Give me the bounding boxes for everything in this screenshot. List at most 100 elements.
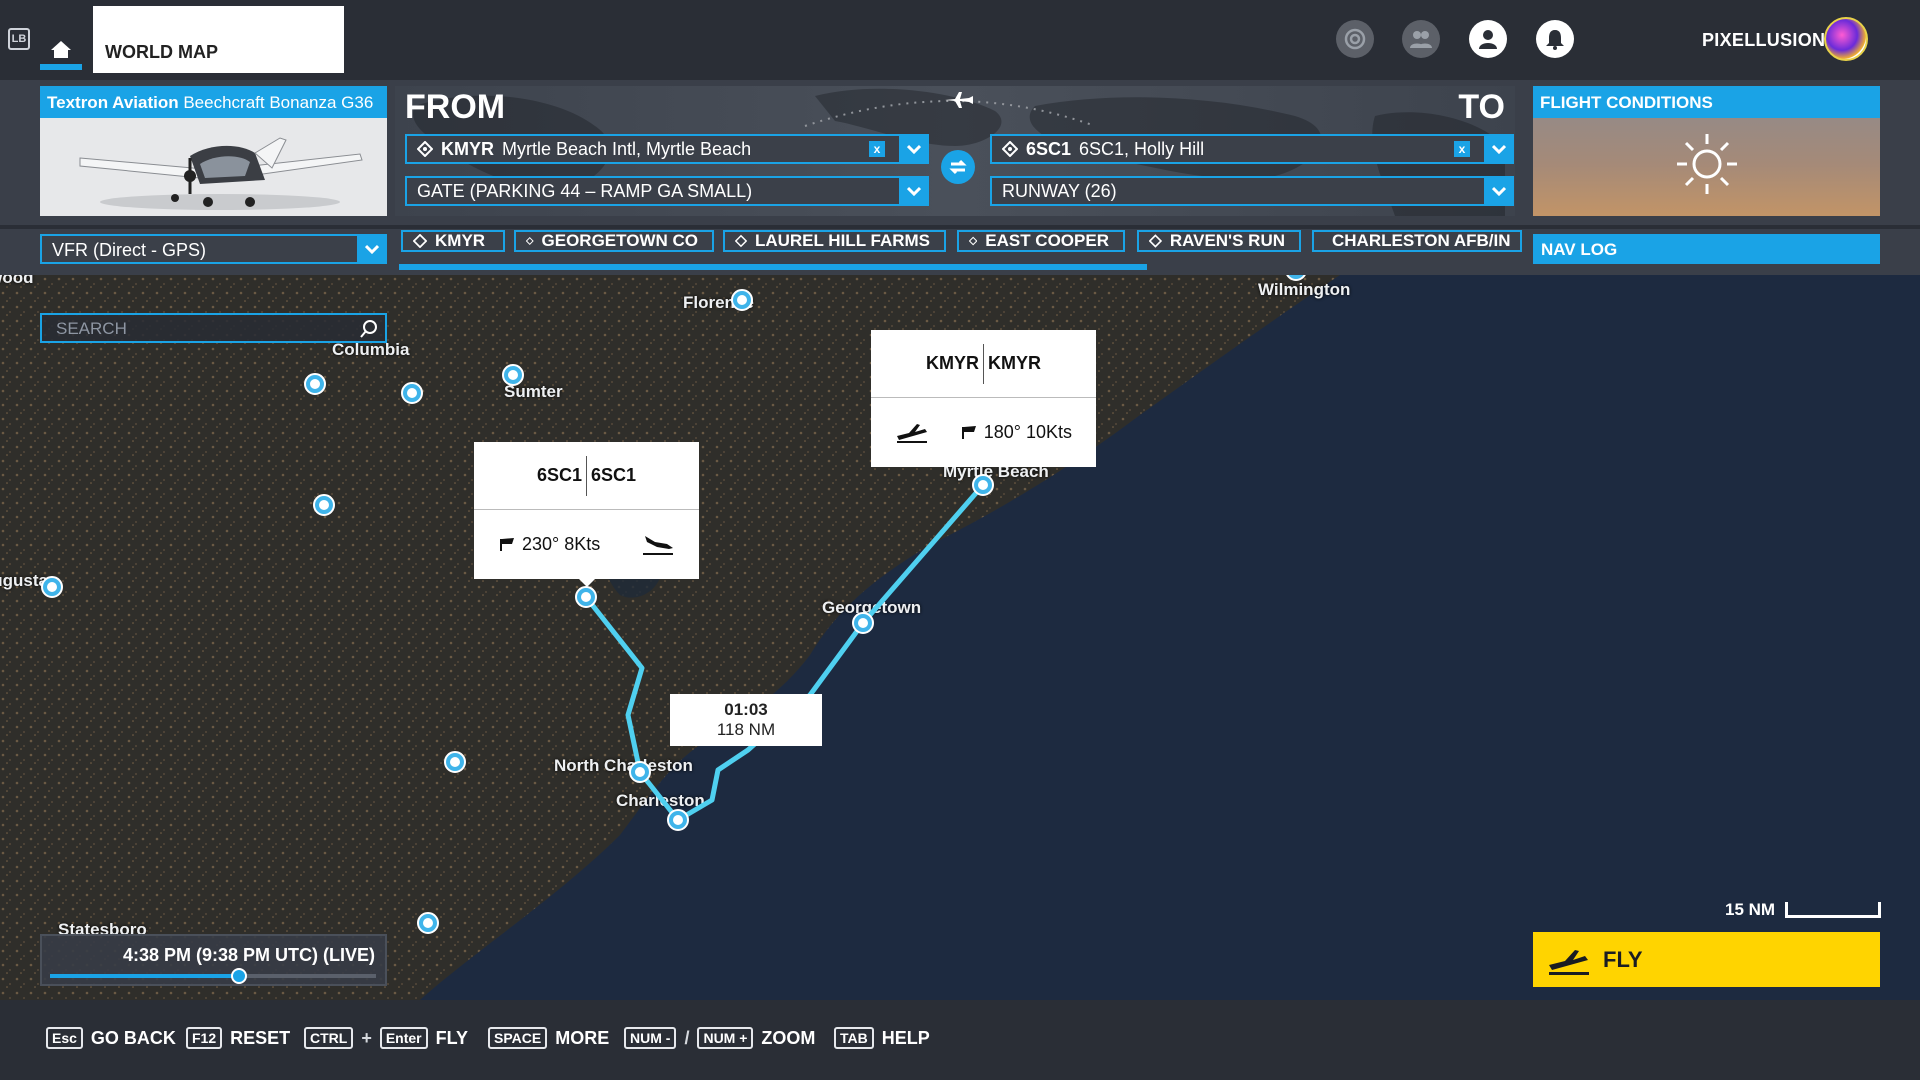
city-label: Charleston (616, 791, 705, 810)
arrival-position-field[interactable]: RUNWAY (26) (990, 176, 1514, 206)
flight-conditions-card[interactable]: FLIGHT CONDITIONS (1533, 86, 1880, 216)
waypoint-scrollbar[interactable] (399, 264, 1147, 270)
airport-marker[interactable] (731, 289, 753, 311)
time-slider-fill (50, 974, 240, 978)
key-cap: Enter (379, 1027, 428, 1049)
chevron-down-icon[interactable] (1484, 176, 1514, 206)
wind-value: 180° 10Kts (983, 421, 1072, 442)
waypoint-label: GEORGETOWN CO (541, 231, 698, 250)
flight-type-select[interactable]: VFR (Direct - GPS) (40, 234, 387, 264)
waypoint-chip[interactable]: KMYR (401, 230, 505, 252)
departure-name: Myrtle Beach Intl, Myrtle Beach (502, 138, 752, 159)
avatar[interactable] (1824, 17, 1868, 61)
departure-airport-field[interactable]: KMYR Myrtle Beach Intl, Myrtle Beach x (405, 134, 929, 164)
departure-position-field[interactable]: GATE (PARKING 44 – RAMP GA SMALL) (405, 176, 929, 206)
aircraft-selection-card[interactable]: Textron Aviation Beechcraft Bonanza G36 (40, 86, 387, 216)
map-search-input[interactable]: SEARCH (40, 313, 387, 343)
waypoint-chip[interactable]: EAST COOPER (957, 230, 1125, 252)
airport-marker[interactable] (417, 912, 439, 934)
wind-info: 180° 10Kts (960, 422, 1072, 443)
arrival-popup[interactable]: 6SC1 6SC1 230° 8Kts (474, 442, 699, 587)
airport-marker[interactable] (401, 382, 423, 404)
search-placeholder: SEARCH (56, 319, 127, 338)
airport-marker[interactable] (313, 494, 335, 516)
swap-airports-button[interactable] (941, 150, 975, 184)
chevron-down-icon[interactable] (899, 176, 929, 206)
arrival-airport-field[interactable]: 6SC1 6SC1, Holly Hill x (990, 134, 1514, 164)
waypoint-marker[interactable] (667, 809, 689, 831)
aircraft-maker: Textron Aviation (47, 93, 179, 112)
hint-label: GO BACK (90, 1027, 176, 1048)
hint-more[interactable]: SPACE MORE (488, 1027, 609, 1049)
hint-fly[interactable]: CTRL + Enter FLY (304, 1027, 468, 1049)
departure-airport-marker[interactable] (972, 474, 994, 496)
lb-button[interactable]: LB (8, 28, 30, 50)
airport-marker[interactable] (41, 576, 63, 598)
divider (586, 455, 587, 496)
profile-icon[interactable] (1469, 20, 1507, 58)
arrival-airport-marker[interactable] (575, 586, 597, 608)
route-time: 01:03 (724, 700, 768, 719)
airport-marker[interactable] (502, 364, 524, 386)
chevron-down-icon[interactable] (357, 234, 387, 264)
time-of-day-control[interactable]: 4:38 PM (9:38 PM UTC) (LIVE) (40, 934, 387, 986)
popup-body: 230° 8Kts (474, 510, 699, 578)
time-slider-handle[interactable] (231, 968, 248, 984)
waypoint-label: EAST COOPER (985, 231, 1109, 250)
key-cap: SPACE (488, 1027, 548, 1049)
waypoint-chip[interactable]: CHARLESTON AFB/IN (1312, 230, 1522, 252)
waypoint-label: RAVEN'S RUN (1169, 231, 1285, 250)
search-icon[interactable] (359, 319, 379, 339)
time-slider[interactable] (50, 968, 376, 984)
achievements-icon[interactable] (1336, 20, 1374, 58)
aircraft-model: Beechcraft Bonanza G36 (183, 93, 374, 112)
popup-icao: 6SC1 (536, 465, 582, 485)
chevron-down-icon[interactable] (1484, 134, 1514, 164)
hint-zoom[interactable]: NUM - / NUM + ZOOM (624, 1027, 815, 1049)
waypoint-marker[interactable] (852, 612, 874, 634)
key-cap: NUM + (697, 1027, 754, 1049)
key-cap: F12 (186, 1027, 223, 1049)
city-label: Wilmington (1258, 280, 1351, 299)
home-icon (51, 41, 71, 58)
departure-position: GATE (PARKING 44 – RAMP GA SMALL) (417, 180, 753, 201)
airport-marker[interactable] (304, 373, 326, 395)
hint-go-back[interactable]: Esc GO BACK (46, 1027, 176, 1049)
fly-button[interactable]: FLY (1533, 932, 1880, 987)
swap-icon (949, 159, 967, 175)
departure-popup[interactable]: KMYR KMYR 180° 10Kts (871, 330, 1096, 467)
waypoint-icon (735, 234, 747, 248)
key-cap: Esc (46, 1027, 83, 1049)
wind-info: 230° 8Kts (498, 534, 600, 555)
waypoint-chip[interactable]: LAUREL HILL FARMS (723, 230, 946, 252)
clear-departure-button[interactable]: x (869, 141, 885, 157)
wind-value: 230° 8Kts (522, 533, 601, 554)
from-label: FROM (405, 88, 506, 126)
username[interactable]: PIXELLUSION (1702, 30, 1825, 51)
popup-header: 6SC1 6SC1 (474, 442, 699, 510)
waypoint-chip[interactable]: RAVEN'S RUN (1137, 230, 1301, 252)
city-label: North Charleston (554, 756, 693, 775)
notifications-icon[interactable] (1536, 20, 1574, 58)
windsock-icon (961, 426, 976, 439)
map-scale-bar (1785, 902, 1881, 918)
map-scale-label: 15 NM (1725, 900, 1776, 919)
nav-log-button[interactable]: NAV LOG (1533, 234, 1880, 264)
arrival-position: RUNWAY (26) (1002, 180, 1117, 201)
chevron-down-icon[interactable] (899, 134, 929, 164)
hint-help[interactable]: TAB HELP (834, 1027, 930, 1049)
hint-reset[interactable]: F12 RESET (186, 1027, 290, 1049)
clear-arrival-button[interactable]: x (1454, 141, 1470, 157)
waypoint-icon (417, 141, 433, 157)
waypoint-icon (1002, 141, 1018, 157)
divider (983, 343, 984, 384)
friends-icon[interactable] (1402, 20, 1440, 58)
home-tab[interactable] (40, 30, 82, 70)
flight-conditions-title: FLIGHT CONDITIONS (1533, 86, 1880, 118)
arrival-name: 6SC1, Holly Hill (1079, 138, 1205, 159)
waypoint-chip[interactable]: GEORGETOWN CO (514, 230, 714, 252)
waypoint-marker[interactable] (629, 761, 651, 783)
waypoint-icon (1149, 234, 1162, 248)
tab-world-map[interactable]: WORLD MAP (93, 6, 344, 73)
airport-marker[interactable] (444, 751, 466, 773)
